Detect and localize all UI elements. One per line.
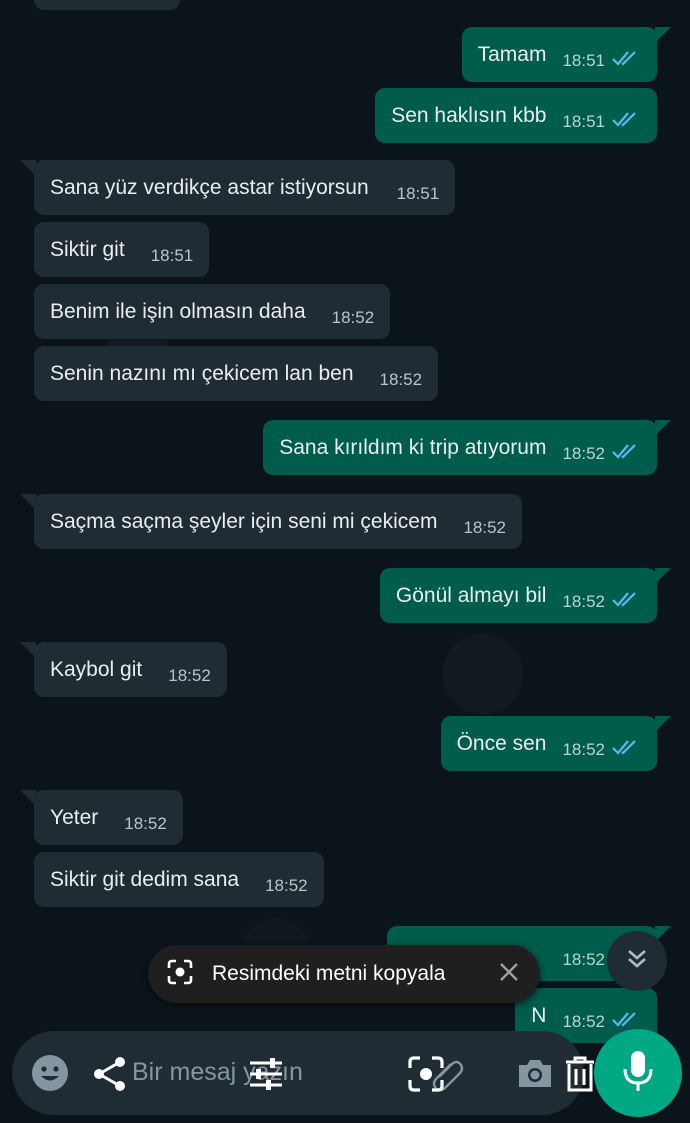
- message-text: Sana kırıldım ki trip atıyorum: [279, 436, 547, 459]
- copy-text-toast[interactable]: Resimdeki metni kopyala: [148, 945, 540, 1003]
- message-text: Yeter: [50, 806, 99, 829]
- message-bubble-incoming[interactable]: Siktir git dedim sana 18:52: [34, 852, 324, 907]
- bubble-tail: [20, 642, 36, 658]
- message-bubble-outgoing[interactable]: Önce sen 18:52: [440, 716, 671, 771]
- message-time: 18:52: [168, 666, 211, 685]
- read-receipt-icon: [611, 442, 641, 475]
- message-time: 18:51: [562, 51, 605, 70]
- close-icon[interactable]: [498, 961, 520, 988]
- voice-message-button[interactable]: [594, 1029, 682, 1117]
- message-bubble-incoming[interactable]: Yeter 18:52: [20, 790, 183, 845]
- message-time: 18:51: [562, 112, 605, 131]
- message-text: Gönül almayı bil: [395, 584, 547, 607]
- message-bubble-incoming[interactable]: Siktir git 18:51: [34, 222, 210, 277]
- message-text: Senin nazını mı çekicem lan ben: [50, 362, 354, 385]
- message-text: Sana yüz verdikçe astar istiyorsun: [50, 176, 369, 199]
- message-bubble-outgoing[interactable]: Sen haklısın kbb 18:51: [375, 88, 657, 143]
- read-receipt-icon: [611, 590, 641, 623]
- message-text: Siktir git: [50, 238, 125, 261]
- copy-text-label[interactable]: Resimdeki metni kopyala: [212, 962, 498, 986]
- message-time: 18:51: [396, 184, 440, 203]
- read-receipt-icon: [611, 110, 641, 143]
- share-icon[interactable]: [88, 1050, 132, 1098]
- lens-icon: [166, 958, 194, 991]
- sliders-icon[interactable]: [244, 1052, 288, 1096]
- message-time: 18:52: [562, 740, 605, 759]
- message-bubble-outgoing[interactable]: Tamam 18:51: [461, 27, 671, 82]
- message-text: Kaybol git: [50, 658, 143, 681]
- message-bubble-outgoing[interactable]: Gönül almayı bil 18:52: [379, 568, 671, 623]
- emoji-icon[interactable]: [28, 1051, 72, 1095]
- message-time: 18:52: [331, 308, 375, 327]
- bubble-tail: [655, 27, 671, 43]
- message-text: Benim ile işin olmasın daha: [50, 300, 306, 323]
- message-time: 18:52: [562, 950, 605, 969]
- message-text: Siktir git dedim sana: [50, 868, 240, 891]
- message-bubble-incoming[interactable]: Saçma saçma şeyler için seni mi çekicem …: [20, 494, 522, 549]
- message-time: 18:51: [150, 246, 194, 265]
- scroll-to-bottom-button[interactable]: [607, 931, 667, 991]
- message-time: 18:52: [265, 876, 308, 895]
- lens-icon[interactable]: [404, 1052, 448, 1096]
- message-time: 18:52: [562, 592, 605, 611]
- message-bubble-incoming[interactable]: Benim ile işin olmasın daha 18:52: [34, 284, 391, 339]
- bubble-tail: [20, 160, 36, 176]
- message-bubble-outgoing[interactable]: Sana kırıldım ki trip atıyorum 18:52: [263, 420, 671, 475]
- message-text: Saçma saçma şeyler için seni mi çekicem: [50, 510, 438, 533]
- message-bubble-incoming[interactable]: Senin nazını mı çekicem lan ben 18:52: [34, 346, 439, 401]
- partial-message-bubble: [34, 0, 180, 10]
- bubble-tail: [20, 494, 36, 510]
- message-bubble-incoming[interactable]: Sana yüz verdikçe astar istiyorsun 18:51: [20, 160, 456, 215]
- message-text: Önce sen: [456, 732, 547, 755]
- mic-icon: [621, 1049, 655, 1098]
- bubble-tail: [655, 420, 671, 436]
- message-bubble-incoming[interactable]: Kaybol git 18:52: [20, 642, 227, 697]
- read-receipt-icon: [611, 738, 641, 771]
- camera-icon[interactable]: [512, 1051, 558, 1095]
- read-receipt-icon: [611, 49, 641, 82]
- message-time: 18:52: [463, 518, 506, 537]
- message-text: Tamam: [477, 43, 547, 66]
- message-time: 18:52: [124, 814, 167, 833]
- bubble-tail: [20, 790, 36, 806]
- chevron-double-down-icon: [623, 945, 651, 978]
- bubble-tail: [655, 716, 671, 732]
- message-time: 18:52: [379, 370, 423, 389]
- message-time: 18:52: [562, 1012, 605, 1031]
- message-text: Sen haklısın kbb: [391, 104, 547, 127]
- bubble-tail: [655, 568, 671, 584]
- message-time: 18:52: [562, 444, 605, 463]
